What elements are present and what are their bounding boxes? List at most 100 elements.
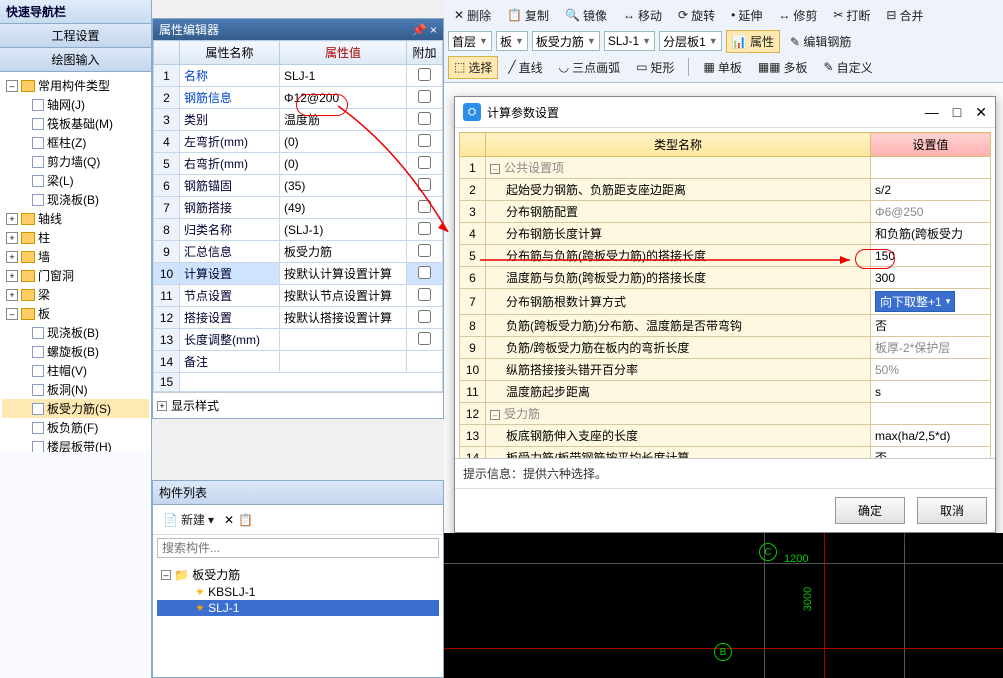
toolbar-btn-打断[interactable]: ✂ 打断 (827, 4, 876, 27)
tree-group[interactable]: +轴线 (2, 209, 149, 228)
member-search-input[interactable] (157, 538, 439, 558)
combo-cat[interactable]: 板▼ (496, 31, 528, 51)
prop-row[interactable]: 4左弯折(mm)(0) (154, 131, 443, 153)
tree-item[interactable]: 梁(L) (2, 171, 149, 190)
member-root[interactable]: – 📁 板受力筋 (157, 565, 439, 584)
prop-extra-checkbox[interactable] (418, 288, 431, 301)
prop-extra-checkbox[interactable] (418, 310, 431, 323)
draw-tool-0[interactable]: ⬚ 选择 (448, 56, 498, 79)
prop-extra-checkbox[interactable] (418, 178, 431, 191)
maximize-icon[interactable]: □ (953, 104, 961, 121)
prop-extra-checkbox[interactable] (418, 266, 431, 279)
prop-extra-checkbox[interactable] (418, 222, 431, 235)
toolbar-btn-移动[interactable]: ↔ 移动 (617, 4, 668, 27)
toolbar-btn-延伸[interactable]: • 延伸 (725, 4, 768, 27)
prop-extra-checkbox[interactable] (418, 68, 431, 81)
tree-item[interactable]: 板洞(N) (2, 380, 149, 399)
prop-row[interactable]: 10计算设置按默认计算设置计算 (154, 263, 443, 285)
tree-group[interactable]: +门窗洞 (2, 266, 149, 285)
prop-extra-checkbox[interactable] (418, 332, 431, 345)
cad-viewport[interactable]: CB12003000 (444, 533, 1003, 678)
tree-item[interactable]: 螺旋板(B) (2, 342, 149, 361)
pin-icon[interactable]: 📌 × (412, 23, 437, 37)
tree-item[interactable]: 剪力墙(Q) (2, 152, 149, 171)
calc-value-dropdown[interactable]: 向下取整+1▾ (875, 291, 955, 312)
combo-sub[interactable]: 板受力筋▼ (532, 31, 600, 51)
toolbar-btn-复制[interactable]: 📋 复制 (501, 4, 555, 27)
delete-icon[interactable]: ✕ (224, 513, 234, 527)
new-member-button[interactable]: 📄 新建 ▾ (157, 508, 220, 531)
prop-row[interactable]: 5右弯折(mm)(0) (154, 153, 443, 175)
prop-footer[interactable]: + 显示样式 (153, 392, 443, 418)
minimize-icon[interactable]: — (925, 104, 939, 121)
tree-item[interactable]: 板负筋(F) (2, 418, 149, 437)
draw-tool-4[interactable]: ▦ 单板 (697, 56, 747, 79)
nav-section-1[interactable]: 工程设置 (0, 24, 151, 48)
toolbar-btn-修剪[interactable]: ↔ 修剪 (772, 4, 823, 27)
cancel-button[interactable]: 取消 (917, 497, 987, 524)
prop-row[interactable]: 6钢筋锚固(35) (154, 175, 443, 197)
draw-tool-5[interactable]: ▦▦ 多板 (752, 56, 814, 79)
draw-tool-3[interactable]: ▭ 矩形 (630, 56, 680, 79)
tree-item[interactable]: 轴网(J) (2, 95, 149, 114)
calc-row[interactable]: 9负筋/跨板受力筋在板内的弯折长度板厚-2*保护层 (460, 337, 991, 359)
prop-row[interactable]: 7钢筋搭接(49) (154, 197, 443, 219)
calc-row[interactable]: 2起始受力钢筋、负筋距支座边距离s/2 (460, 179, 991, 201)
tree-group[interactable]: –常用构件类型 (2, 76, 149, 95)
toolbar-btn-合并[interactable]: ⊟ 合并 (880, 4, 929, 27)
tree-item[interactable]: 筏板基础(M) (2, 114, 149, 133)
property-button[interactable]: 📊 属性 (726, 30, 780, 53)
calc-row[interactable]: 4分布钢筋长度计算和负筋(跨板受力 (460, 223, 991, 245)
prop-extra-checkbox[interactable] (418, 156, 431, 169)
member-item[interactable]: ✴ KBSLJ-1 (157, 584, 439, 600)
prop-extra-checkbox[interactable] (418, 112, 431, 125)
toolbar-btn-删除[interactable]: ✕ 删除 (448, 4, 497, 27)
toolbar-btn-旋转[interactable]: ⟳ 旋转 (672, 4, 721, 27)
prop-row[interactable]: 1名称SLJ-1 (154, 65, 443, 87)
tree-item[interactable]: 柱帽(V) (2, 361, 149, 380)
draw-tool-1[interactable]: ╱ 直线 (502, 56, 548, 79)
calc-row[interactable]: 11温度筋起步距离s (460, 381, 991, 403)
calc-row[interactable]: 13板底钢筋伸入支座的长度max(ha/2,5*d) (460, 425, 991, 447)
copy-icon[interactable]: 📋 (238, 513, 253, 527)
prop-row[interactable]: 13长度调整(mm) (154, 329, 443, 351)
prop-extra-checkbox[interactable] (418, 244, 431, 257)
prop-row[interactable]: 2钢筋信息Φ12@200 (154, 87, 443, 109)
calc-row[interactable]: 3分布钢筋配置Φ6@250 (460, 201, 991, 223)
tree-item[interactable]: 现浇板(B) (2, 323, 149, 342)
member-item[interactable]: ✴ SLJ-1 (157, 600, 439, 616)
dialog-titlebar[interactable]: ⛭ 计算参数设置 — □ ✕ (455, 97, 995, 128)
calc-row[interactable]: 10纵筋搭接接头错开百分率50% (460, 359, 991, 381)
tree-item[interactable]: 板受力筋(S) (2, 399, 149, 418)
prop-extra-checkbox[interactable] (418, 90, 431, 103)
calc-row[interactable]: 5分布筋与负筋(跨板受力筋)的搭接长度150 (460, 245, 991, 267)
prop-row[interactable]: 12搭接设置按默认搭接设置计算 (154, 307, 443, 329)
tree-group[interactable]: +墙 (2, 247, 149, 266)
prop-row[interactable]: 11节点设置按默认节点设置计算 (154, 285, 443, 307)
calc-row[interactable]: 14板受力筋/板带钢筋按平均长度计算否 (460, 447, 991, 459)
calc-row[interactable]: 6温度筋与负筋(跨板受力筋)的搭接长度300 (460, 267, 991, 289)
prop-extra-checkbox[interactable] (418, 134, 431, 147)
prop-row[interactable]: 3类别温度筋 (154, 109, 443, 131)
tree-group[interactable]: +梁 (2, 285, 149, 304)
draw-tool-2[interactable]: ◡ 三点画弧 (553, 56, 627, 79)
prop-row[interactable]: 14备注 (154, 351, 443, 373)
prop-extra-checkbox[interactable] (418, 200, 431, 213)
tree-item[interactable]: 框柱(Z) (2, 133, 149, 152)
combo-floor[interactable]: 首层▼ (448, 31, 492, 51)
calc-row[interactable]: 12–受力筋 (460, 403, 991, 425)
tree-group[interactable]: +柱 (2, 228, 149, 247)
prop-row[interactable]: 9汇总信息板受力筋 (154, 241, 443, 263)
tree-item[interactable]: 现浇板(B) (2, 190, 149, 209)
calc-row[interactable]: 7分布钢筋根数计算方式向下取整+1▾ (460, 289, 991, 315)
calc-row[interactable]: 1–公共设置项 (460, 157, 991, 179)
prop-row[interactable]: 8归类名称(SLJ-1) (154, 219, 443, 241)
edit-rebar-button[interactable]: ✎ 编辑钢筋 (784, 30, 857, 53)
tree-group[interactable]: –板 (2, 304, 149, 323)
toolbar-btn-镜像[interactable]: 🔍 镜像 (559, 4, 613, 27)
draw-tool-6[interactable]: ✎ 自定义 (818, 56, 879, 79)
combo-layer[interactable]: 分层板1▼ (659, 31, 722, 51)
tree-item[interactable]: 楼层板带(H) (2, 437, 149, 452)
close-icon[interactable]: ✕ (975, 104, 987, 121)
nav-section-2[interactable]: 绘图输入 (0, 48, 151, 72)
